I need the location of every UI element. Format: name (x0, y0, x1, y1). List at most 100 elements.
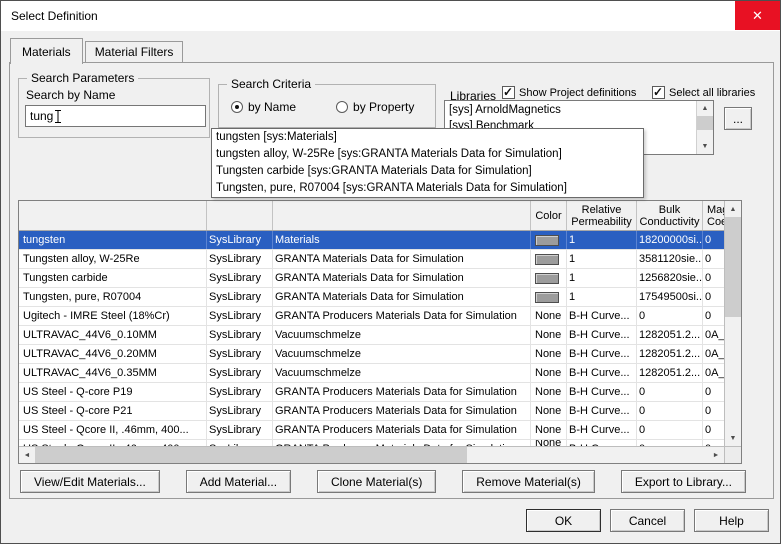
color-swatch[interactable] (535, 291, 559, 303)
column-header[interactable]: Color (531, 201, 567, 230)
search-parameters-legend: Search Parameters (27, 71, 139, 85)
library-item[interactable]: [sys] ArnoldMagnetics (445, 102, 696, 118)
scroll-down-button[interactable]: ▼ (725, 430, 741, 446)
close-button[interactable]: ✕ (735, 1, 780, 30)
close-icon: ✕ (752, 7, 763, 23)
color-cell (531, 231, 567, 249)
column-header[interactable]: Relative Permeability (567, 201, 637, 230)
tab-materials[interactable]: Materials (10, 38, 83, 64)
column-header[interactable] (207, 201, 273, 230)
table-row[interactable]: ULTRAVAC_44V6_0.35MM SysLibrary Vacuumschm… (19, 364, 724, 383)
show-project-definitions-checkbox[interactable]: Show Project definitions (502, 85, 637, 99)
table-cell: SysLibrary (207, 231, 273, 249)
table-cell: 0 (703, 402, 724, 420)
column-header[interactable]: Mag Coer (703, 201, 724, 230)
select-all-libraries-checkbox[interactable]: Select all libraries (652, 85, 755, 99)
table-cell: 0 (637, 421, 703, 439)
checkbox-label: Show Project definitions (519, 86, 637, 99)
horizontal-scrollbar[interactable]: ◄ ► (19, 446, 724, 463)
color-swatch[interactable] (535, 272, 559, 284)
down-arrow-icon: ▼ (729, 434, 737, 442)
clone-material-button[interactable]: Clone Material(s) (316, 470, 437, 493)
table-cell: GRANTA Materials Data for Simulation (273, 269, 531, 287)
ok-button[interactable]: OK (526, 509, 601, 532)
color-swatch[interactable] (535, 234, 559, 246)
suggestion-item[interactable]: tungsten alloy, W-25Re [sys:GRANTA Mater… (212, 146, 643, 163)
table-row[interactable]: Tungsten alloy, W-25Re SysLibrary GRANTA M… (19, 250, 724, 269)
table-cell: Tungsten alloy, W-25Re (19, 250, 207, 268)
scroll-up-button[interactable]: ▲ (725, 201, 741, 217)
table-cell: SysLibrary (207, 288, 273, 306)
vertical-scrollbar[interactable]: ▲ ▼ (724, 201, 741, 446)
column-header[interactable] (273, 201, 531, 230)
table-cell: GRANTA Producers Materials Data for Simu… (273, 307, 531, 325)
table-row[interactable]: Tungsten, pure, R07004 SysLibrary GRANTA M… (19, 288, 724, 307)
scroll-up-button[interactable]: ▲ (697, 101, 713, 116)
radio-by-property[interactable]: by Property (336, 100, 414, 114)
tab-material-filters[interactable]: Material Filters (84, 41, 184, 63)
table-cell: 0 (703, 307, 724, 325)
help-button[interactable]: Help (694, 509, 769, 532)
search-criteria-group: Search Criteria by Name by Property (218, 77, 436, 128)
horizontal-scrollbar-thumb[interactable] (35, 447, 467, 463)
table-cell: SysLibrary (207, 345, 273, 363)
table-cell: Vacuumschmelze (273, 345, 531, 363)
table-row[interactable]: Ugitech - IMRE Steel (18%Cr) SysLibrary GR… (19, 307, 724, 326)
table-cell: B-H Curve... (567, 364, 637, 382)
table-cell: 0 (703, 250, 724, 268)
table-row[interactable]: tungsten SysLibrary Materials 1 18200000si..… (19, 231, 724, 250)
cancel-button[interactable]: Cancel (610, 509, 685, 532)
table-cell: 1282051.2... (637, 364, 703, 382)
table-cell: 1 (567, 250, 637, 268)
table-cell: 0A_p (703, 326, 724, 344)
table-grid: Color Relative Permeability Bulk Conductiv… (19, 201, 724, 446)
scroll-down-button[interactable]: ▼ (697, 139, 713, 154)
libraries-scrollbar[interactable]: ▲ ▼ (696, 101, 713, 154)
up-arrow-icon: ▲ (729, 205, 737, 213)
vertical-scrollbar-thumb[interactable] (725, 217, 741, 317)
table-cell: US Steel - Q-core P19 (19, 383, 207, 401)
color-cell: None (531, 326, 567, 344)
color-cell: None (531, 364, 567, 382)
suggestion-item[interactable]: Tungsten carbide [sys:GRANTA Materials D… (212, 163, 643, 180)
radio-label: by Name (248, 100, 297, 114)
table-row[interactable]: ULTRAVAC_44V6_0.20MM SysLibrary Vacuumschm… (19, 345, 724, 364)
table-row[interactable]: US Steel - Q-core P19 SysLibrary GRANTA Pr… (19, 383, 724, 402)
up-arrow-icon: ▲ (701, 105, 709, 112)
scroll-right-button[interactable]: ► (708, 447, 724, 463)
radio-by-name[interactable]: by Name (231, 100, 296, 114)
left-arrow-icon: ◄ (23, 451, 31, 459)
library-browse-button[interactable]: ... (724, 107, 752, 130)
table-cell: 0 (703, 231, 724, 249)
view-edit-materials-button[interactable]: View/Edit Materials... (20, 470, 160, 493)
export-to-library-button[interactable]: Export to Library... (620, 470, 746, 493)
table-cell: 1282051.2... (637, 345, 703, 363)
table-cell: 18200000si... (637, 231, 703, 249)
text-cursor-icon (54, 109, 62, 124)
column-header[interactable] (19, 201, 207, 230)
table-row[interactable]: US Steel - Qcore II, .46mm, 400...SysLib… (19, 421, 724, 440)
scrollbar-thumb[interactable] (697, 116, 713, 130)
color-cell (531, 288, 567, 306)
add-material-button[interactable]: Add Material... (185, 470, 292, 493)
column-header[interactable]: Bulk Conductivity (637, 201, 703, 230)
suggestion-list: tungsten [sys:Materials] tungsten alloy, … (211, 128, 644, 198)
table-cell: GRANTA Producers Materials Data for Simu… (273, 402, 531, 420)
table-cell: Vacuumschmelze (273, 326, 531, 344)
remove-material-button[interactable]: Remove Material(s) (462, 470, 595, 493)
search-input-value: tung (30, 109, 54, 123)
color-cell: None (531, 421, 567, 439)
color-swatch[interactable] (535, 253, 559, 265)
suggestion-item[interactable]: Tungsten, pure, R07004 [sys:GRANTA Mater… (212, 180, 643, 197)
table-cell: GRANTA Materials Data for Simulation (273, 250, 531, 268)
scroll-left-button[interactable]: ◄ (19, 447, 35, 463)
suggestion-item[interactable]: tungsten [sys:Materials] (212, 129, 643, 146)
table-row[interactable]: Tungsten carbide SysLibrary GRANTA Materia… (19, 269, 724, 288)
table-row[interactable]: US Steel - Q-core P21 SysLibrary GRANTA Pr… (19, 402, 724, 421)
table-row[interactable]: ULTRAVAC_44V6_0.10MM SysLibrary Vacuumschm… (19, 326, 724, 345)
table-cell: Ugitech - IMRE Steel (18%Cr) (19, 307, 207, 325)
search-input[interactable]: tung (25, 105, 206, 127)
scrollbar-corner (724, 446, 741, 463)
radio-button-icon (336, 101, 349, 113)
table-cell: 0 (637, 402, 703, 420)
